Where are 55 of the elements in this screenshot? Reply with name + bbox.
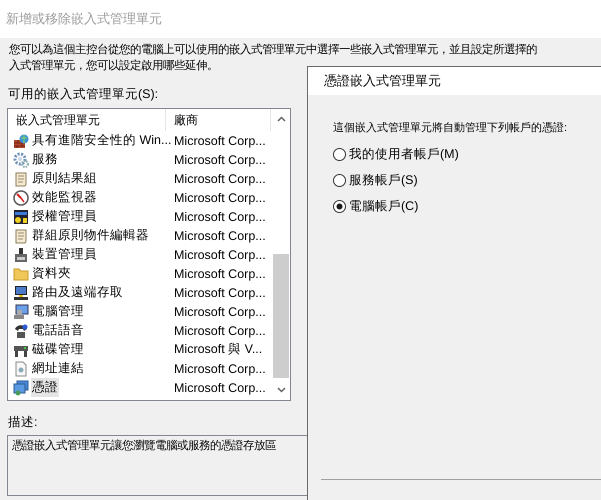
radio-button[interactable] — [333, 174, 346, 187]
dialog-title: 憑證嵌入式管理單元 — [308, 67, 601, 95]
column-header[interactable]: 廠商 — [166, 109, 271, 131]
snapin-item[interactable]: 磁碟管理 — [31, 340, 85, 359]
vendor-cell-text: Microsoft Corp... — [173, 286, 267, 300]
certificate-icon — [13, 380, 29, 396]
scroll-icon — [13, 170, 29, 186]
scroll-down-icon[interactable] — [276, 387, 286, 393]
scroll-up-icon[interactable] — [276, 116, 286, 122]
device-icon — [13, 246, 29, 262]
snapin-item[interactable]: 電話語音 — [31, 321, 85, 340]
vendor-cell-text: Microsoft Corp... — [173, 152, 267, 166]
snapin-item[interactable]: 憑證 — [31, 378, 59, 397]
snapin-item[interactable]: 服務 — [31, 150, 59, 169]
snapin-item[interactable]: 網址連結 — [31, 359, 85, 378]
window-title: 新增或移除嵌入式管理單元 — [0, 0, 601, 38]
radio-button[interactable] — [333, 200, 346, 213]
column-header[interactable]: 嵌入式管理單元 — [8, 109, 166, 131]
gear-icon — [13, 152, 29, 168]
phone-icon — [13, 322, 29, 338]
description-label: 描述: — [8, 414, 38, 431]
radio-button[interactable] — [333, 148, 346, 161]
vendor-cell-text: Microsoft Corp... — [173, 190, 267, 204]
radio-option[interactable]: 電腦帳戶(C) — [333, 198, 418, 215]
snapin-item[interactable]: 電腦管理 — [31, 302, 85, 321]
scroll-icon — [13, 228, 29, 244]
snapin-item[interactable]: 路由及遠端存取 — [31, 283, 124, 302]
firewall-icon — [13, 132, 29, 148]
vendor-cell-text: Microsoft Corp... — [173, 304, 267, 318]
computer-icon — [13, 304, 29, 320]
vendor-cell-text: Microsoft 與 V... — [173, 341, 264, 358]
vendor-cell-text: Microsoft Corp... — [173, 228, 267, 242]
snapin-item[interactable]: 效能監視器 — [31, 188, 98, 207]
snapin-item[interactable]: 群組原則物件編輯器 — [31, 226, 150, 245]
vendor-cell-text: Microsoft Corp... — [173, 266, 267, 280]
gauge-icon — [13, 190, 29, 206]
radio-option[interactable]: 服務帳戶(S) — [333, 172, 418, 189]
snapin-item[interactable]: 授權管理員 — [31, 207, 98, 226]
snapin-item[interactable]: 資料夾 — [31, 264, 72, 283]
snapin-item[interactable]: 原則結果組 — [31, 169, 98, 188]
folder-icon — [13, 266, 29, 282]
license-icon — [13, 208, 29, 224]
prompt-text: 這個嵌入式管理單元將自動管理下列帳戶的憑證: — [333, 120, 568, 135]
radio-option[interactable]: 我的使用者帳戶(M) — [333, 146, 459, 163]
computer-icon — [13, 284, 29, 300]
snapin-item[interactable]: 裝置管理員 — [31, 245, 98, 264]
vendor-cell-text: Microsoft Corp... — [173, 172, 267, 186]
vendor-cell-text: Microsoft Corp... — [173, 362, 267, 376]
vendor-cell-text: Microsoft Corp... — [173, 248, 267, 262]
vendor-cell-text: Microsoft Corp... — [173, 380, 267, 394]
snapin-item[interactable]: 具有進階安全性的 Win... — [31, 131, 172, 150]
vendor-cell-text: Microsoft Corp... — [173, 210, 267, 224]
list-label: 可用的嵌入式管理單元(S): — [8, 86, 158, 103]
page-icon — [13, 360, 29, 376]
vendor-cell-text: Microsoft Corp... — [173, 324, 267, 338]
